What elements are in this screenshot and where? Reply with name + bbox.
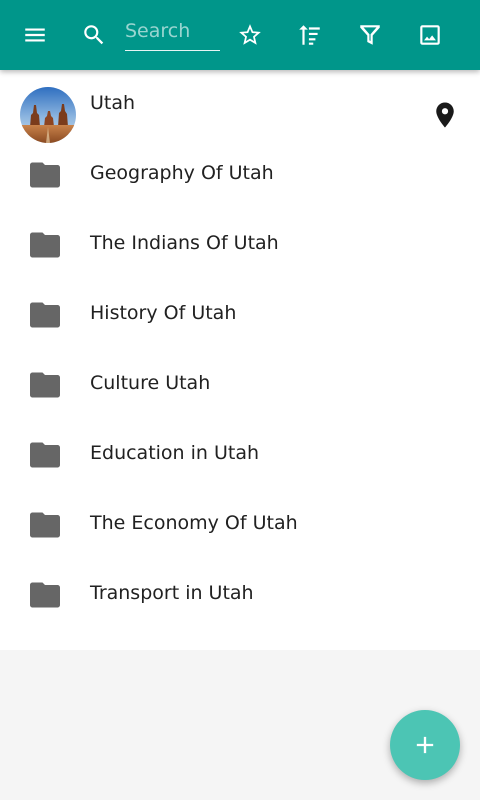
folder-item-economy[interactable]: The Economy Of Utah [0,490,480,560]
sort-icon [299,25,320,45]
map-pin-icon [436,102,454,128]
image-button[interactable] [406,11,454,59]
folder-label: Geography Of Utah [90,162,274,184]
folder-label: Transport in Utah [90,582,254,604]
location-title: Utah [90,92,136,114]
folder-icon [30,582,60,608]
avatar [20,87,76,143]
sort-button[interactable] [286,11,334,59]
image-icon [420,25,440,45]
search-button[interactable] [70,11,118,59]
folder-icon [30,302,60,328]
menu-button[interactable] [11,11,59,59]
folder-icon [30,442,60,468]
filter-icon [360,25,380,45]
folder-label: The Indians Of Utah [90,232,279,254]
folder-item-transport[interactable]: Transport in Utah [0,560,480,630]
folder-icon [30,372,60,398]
folder-item-geography[interactable]: Geography Of Utah [0,140,480,210]
star-outline-icon [239,24,261,45]
folder-label: Education in Utah [90,442,260,464]
folder-label: Culture Utah [90,372,211,394]
folder-label: History Of Utah [90,302,237,324]
search-input[interactable] [125,14,220,48]
folder-label: The Economy Of Utah [90,512,298,534]
folder-item-indians[interactable]: The Indians Of Utah [0,210,480,280]
folder-item-education[interactable]: Education in Utah [0,420,480,490]
favorites-button[interactable] [226,11,274,59]
folder-icon [30,512,60,538]
folder-item-culture[interactable]: Culture Utah [0,350,480,420]
folder-icon [30,232,60,258]
filter-button[interactable] [346,11,394,59]
plus-icon [416,736,434,754]
folder-icon [30,162,60,188]
add-button[interactable] [390,710,460,780]
search-icon [84,25,104,45]
folder-item-history[interactable]: History Of Utah [0,280,480,350]
map-pin-button[interactable] [430,100,460,130]
folder-list: Utah Geography Of Utah The Indians Of Ut… [0,70,480,650]
app-toolbar [0,0,480,70]
menu-icon [25,28,45,42]
search-field [125,14,220,51]
location-row[interactable]: Utah [0,70,480,143]
